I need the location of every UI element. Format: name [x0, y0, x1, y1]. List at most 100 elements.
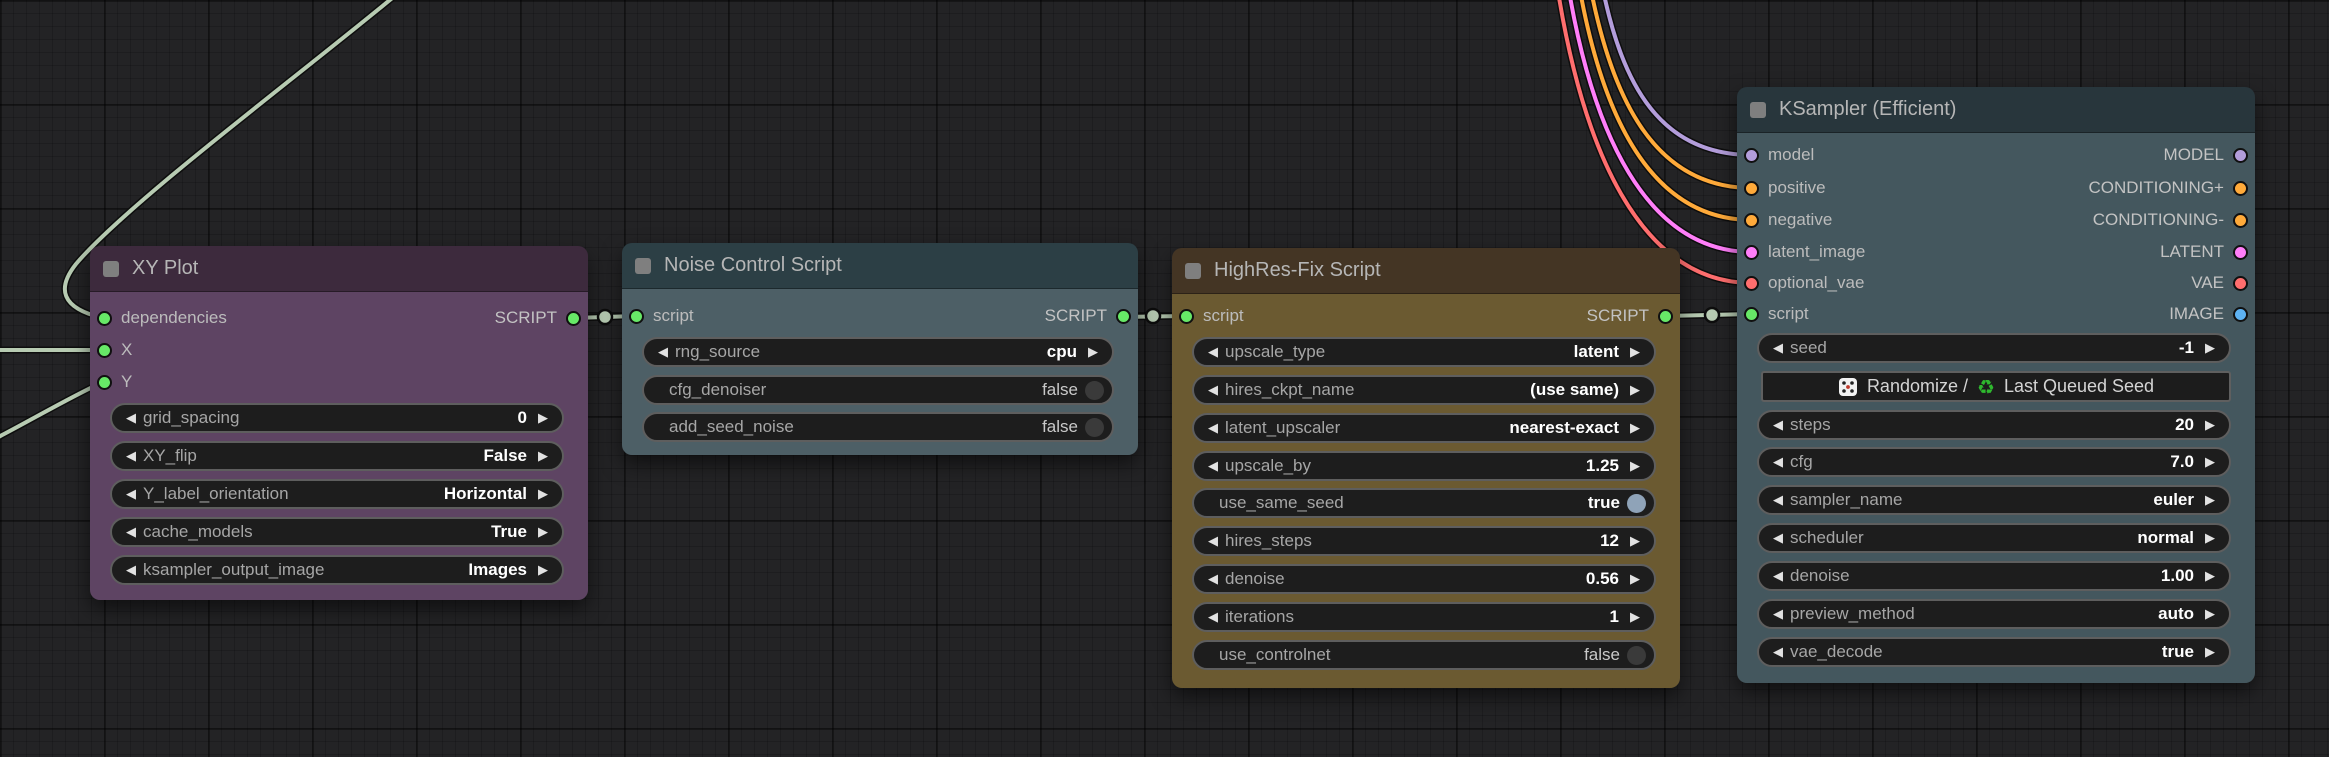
widget-latent_upscaler[interactable]: ◀ latent_upscaler nearest-exact ▶	[1192, 413, 1656, 443]
input-port-y[interactable]	[97, 374, 112, 390]
increment-arrow-icon[interactable]: ▶	[2201, 341, 2219, 356]
decrement-arrow-icon[interactable]: ◀	[1769, 569, 1787, 584]
toggle-circle[interactable]	[1085, 380, 1104, 400]
decrement-arrow-icon[interactable]: ◀	[1769, 341, 1787, 356]
decrement-arrow-icon[interactable]: ◀	[1769, 531, 1787, 546]
increment-arrow-icon[interactable]: ▶	[2201, 493, 2219, 508]
decrement-arrow-icon[interactable]: ◀	[1204, 383, 1222, 398]
output-port-vae[interactable]	[2233, 275, 2248, 291]
widget-xy_flip[interactable]: ◀ XY_flip False ▶	[110, 441, 564, 471]
input-port-positive[interactable]	[1744, 180, 1759, 196]
widget-steps[interactable]: ◀ steps 20 ▶	[1757, 410, 2231, 440]
input-port-dependencies[interactable]	[97, 310, 112, 326]
output-port-conditioning-minus[interactable]	[2233, 212, 2248, 228]
toggle-circle[interactable]	[1627, 493, 1646, 513]
widget-hires_ckpt_name[interactable]: ◀ hires_ckpt_name (use same) ▶	[1192, 375, 1656, 405]
increment-arrow-icon[interactable]: ▶	[1626, 383, 1644, 398]
node-noise-control-script[interactable]: Noise Control Script script SCRIPT ◀ rng…	[622, 243, 1138, 455]
increment-arrow-icon[interactable]: ▶	[534, 449, 552, 464]
increment-arrow-icon[interactable]: ▶	[2201, 455, 2219, 470]
widget-rng_source[interactable]: ◀ rng_source cpu ▶	[642, 337, 1114, 367]
decrement-arrow-icon[interactable]: ◀	[1769, 418, 1787, 433]
decrement-arrow-icon[interactable]: ◀	[122, 563, 140, 578]
increment-arrow-icon[interactable]: ▶	[534, 525, 552, 540]
decrement-arrow-icon[interactable]: ◀	[1769, 493, 1787, 508]
node-xy-plot[interactable]: XY Plot dependencies SCRIPT X Y ◀ grid_s…	[90, 246, 588, 600]
output-port-conditioning-plus[interactable]	[2233, 180, 2248, 196]
widget-vae_decode[interactable]: ◀ vae_decode true ▶	[1757, 637, 2231, 667]
link-dot[interactable]	[1703, 306, 1721, 324]
node-highres-fix-script[interactable]: HighRes-Fix Script script SCRIPT ◀ upsca…	[1172, 248, 1680, 688]
input-port-latent-image[interactable]	[1744, 244, 1759, 260]
widget-y_label_orientation[interactable]: ◀ Y_label_orientation Horizontal ▶	[110, 479, 564, 509]
node-header[interactable]: HighRes-Fix Script	[1172, 248, 1680, 294]
randomize-last-seed-button[interactable]: Randomize / ♻ Last Queued Seed	[1761, 371, 2231, 402]
toggle-circle[interactable]	[1627, 645, 1646, 665]
increment-arrow-icon[interactable]: ▶	[2201, 569, 2219, 584]
decrement-arrow-icon[interactable]: ◀	[1204, 345, 1222, 360]
decrement-arrow-icon[interactable]: ◀	[1204, 572, 1222, 587]
widget-iterations[interactable]: ◀ iterations 1 ▶	[1192, 602, 1656, 632]
node-header[interactable]: XY Plot	[90, 246, 588, 292]
output-port-script[interactable]	[1658, 308, 1673, 324]
widget-hires_steps[interactable]: ◀ hires_steps 12 ▶	[1192, 526, 1656, 556]
decrement-arrow-icon[interactable]: ◀	[122, 449, 140, 464]
increment-arrow-icon[interactable]: ▶	[1626, 572, 1644, 587]
widget-use_controlnet[interactable]: use_controlnet false	[1192, 640, 1656, 670]
increment-arrow-icon[interactable]: ▶	[1626, 345, 1644, 360]
widget-denoise[interactable]: ◀ denoise 1.00 ▶	[1757, 561, 2231, 591]
increment-arrow-icon[interactable]: ▶	[1626, 610, 1644, 625]
widget-use_same_seed[interactable]: use_same_seed true	[1192, 488, 1656, 518]
widget-add_seed_noise[interactable]: add_seed_noise false	[642, 412, 1114, 442]
output-port-script[interactable]	[566, 310, 581, 326]
input-port-optional-vae[interactable]	[1744, 275, 1759, 291]
widget-sampler_name[interactable]: ◀ sampler_name euler ▶	[1757, 485, 2231, 515]
increment-arrow-icon[interactable]: ▶	[1626, 534, 1644, 549]
widget-cfg_denoiser[interactable]: cfg_denoiser false	[642, 375, 1114, 405]
increment-arrow-icon[interactable]: ▶	[2201, 645, 2219, 660]
collapse-box-icon[interactable]	[103, 260, 119, 277]
increment-arrow-icon[interactable]: ▶	[534, 563, 552, 578]
link-dot[interactable]	[596, 308, 614, 326]
input-port-negative[interactable]	[1744, 212, 1759, 228]
increment-arrow-icon[interactable]: ▶	[534, 487, 552, 502]
decrement-arrow-icon[interactable]: ◀	[1204, 459, 1222, 474]
input-port-script[interactable]	[629, 308, 644, 324]
increment-arrow-icon[interactable]: ▶	[2201, 607, 2219, 622]
decrement-arrow-icon[interactable]: ◀	[1204, 610, 1222, 625]
decrement-arrow-icon[interactable]: ◀	[654, 345, 672, 360]
toggle-circle[interactable]	[1085, 417, 1104, 437]
widget-preview_method[interactable]: ◀ preview_method auto ▶	[1757, 599, 2231, 629]
widget-seed[interactable]: ◀ seed -1 ▶	[1757, 333, 2231, 363]
output-port-script[interactable]	[1116, 308, 1131, 324]
collapse-box-icon[interactable]	[1750, 101, 1766, 118]
output-port-image[interactable]	[2233, 306, 2248, 322]
widget-ksampler_output_image[interactable]: ◀ ksampler_output_image Images ▶	[110, 555, 564, 585]
widget-scheduler[interactable]: ◀ scheduler normal ▶	[1757, 523, 2231, 553]
increment-arrow-icon[interactable]: ▶	[2201, 418, 2219, 433]
link-dot[interactable]	[1144, 307, 1162, 325]
widget-denoise[interactable]: ◀ denoise 0.56 ▶	[1192, 564, 1656, 594]
input-port-script[interactable]	[1744, 306, 1759, 322]
input-port-model[interactable]	[1744, 147, 1759, 163]
decrement-arrow-icon[interactable]: ◀	[1769, 455, 1787, 470]
decrement-arrow-icon[interactable]: ◀	[1769, 607, 1787, 622]
output-port-latent[interactable]	[2233, 244, 2248, 260]
decrement-arrow-icon[interactable]: ◀	[1769, 645, 1787, 660]
decrement-arrow-icon[interactable]: ◀	[1204, 421, 1222, 436]
decrement-arrow-icon[interactable]: ◀	[1204, 534, 1222, 549]
node-header[interactable]: KSampler (Efficient)	[1737, 87, 2255, 133]
node-graph-canvas[interactable]: XY Plot dependencies SCRIPT X Y ◀ grid_s…	[0, 0, 2329, 757]
widget-cfg[interactable]: ◀ cfg 7.0 ▶	[1757, 447, 2231, 477]
decrement-arrow-icon[interactable]: ◀	[122, 487, 140, 502]
increment-arrow-icon[interactable]: ▶	[1626, 421, 1644, 436]
node-header[interactable]: Noise Control Script	[622, 243, 1138, 289]
output-port-model[interactable]	[2233, 147, 2248, 163]
increment-arrow-icon[interactable]: ▶	[534, 411, 552, 426]
node-ksampler-efficient[interactable]: KSampler (Efficient) model MODEL positiv…	[1737, 87, 2255, 683]
decrement-arrow-icon[interactable]: ◀	[122, 525, 140, 540]
input-port-x[interactable]	[97, 342, 112, 358]
increment-arrow-icon[interactable]: ▶	[2201, 531, 2219, 546]
increment-arrow-icon[interactable]: ▶	[1084, 345, 1102, 360]
collapse-box-icon[interactable]	[1185, 262, 1201, 279]
